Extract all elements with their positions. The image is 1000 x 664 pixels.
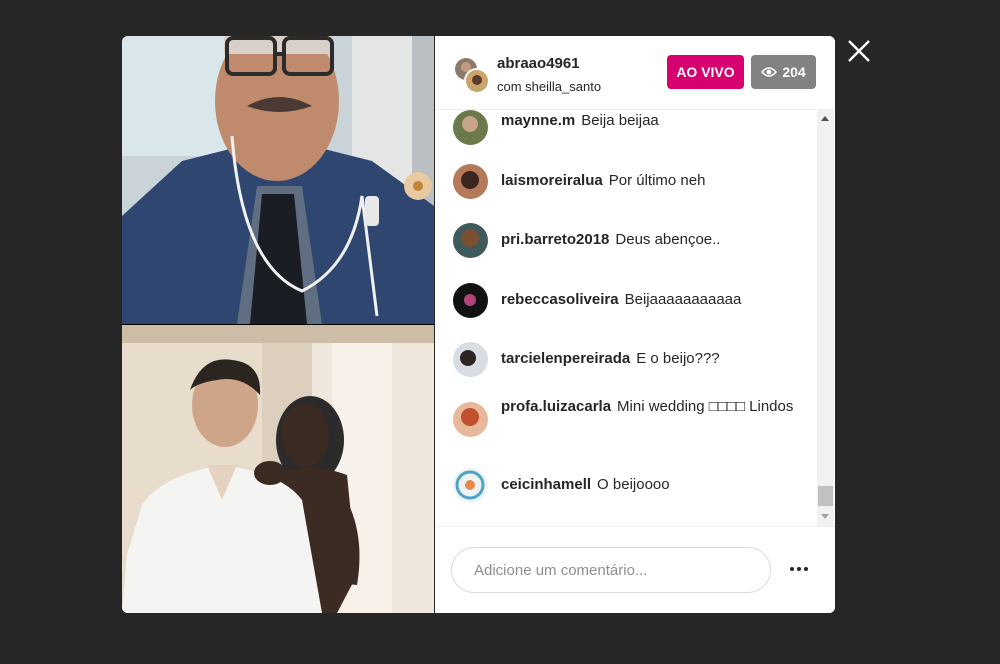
viewer-count-badge[interactable]: 204 [751,55,816,89]
comment-username[interactable]: tarcielenpereirada [501,350,630,367]
eye-icon [761,67,778,77]
comment-username[interactable]: ceicinhamell [501,476,591,493]
comment-username[interactable]: pri.barreto2018 [501,231,609,248]
guest-video[interactable] [122,325,434,613]
live-side-panel: abraao4961 com sheilla_santo AO VIVO 204… [435,36,835,613]
comment-text: Beija beijaa [581,112,659,129]
live-badge: AO VIVO [667,55,744,89]
comment-input[interactable] [451,547,771,593]
comment-text: Mini wedding □□□□ Lindos [617,398,794,415]
commenter-avatar[interactable] [453,223,488,258]
scrollbar-thumb[interactable] [818,486,833,506]
commenter-avatar[interactable] [453,164,488,199]
viewer-count: 204 [782,64,806,80]
comment-username[interactable]: maynne.m [501,112,575,129]
comment-text: E o beijo??? [636,350,720,367]
participants-avatars[interactable] [453,56,490,94]
guest-username-line: com sheilla_santo [497,79,602,94]
more-options-button[interactable] [787,557,811,581]
host-username[interactable]: abraao4961 [497,55,580,72]
comment-text: O beijoooo [597,476,670,493]
scroll-down-arrow-icon[interactable] [821,514,829,519]
video-column [122,36,434,613]
close-button[interactable] [846,38,872,64]
comment-footer [435,526,835,613]
comment-text: Por último neh [608,172,706,189]
commenter-avatar[interactable] [453,402,488,437]
comment-scrollbar[interactable] [817,110,834,526]
commenter-avatar[interactable] [453,468,488,503]
host-video[interactable] [122,36,434,324]
comment-text: Deus abençoe.. [615,231,721,248]
scroll-up-arrow-icon[interactable] [821,116,829,121]
more-options-icon [790,567,808,571]
comment-text: Beijaaaaaaaaaaa [624,291,742,308]
commenter-avatar[interactable] [453,110,488,145]
commenter-avatar[interactable] [453,342,488,377]
live-header: abraao4961 com sheilla_santo AO VIVO 204 [435,36,835,110]
commenter-avatar[interactable] [453,283,488,318]
comment-username[interactable]: profa.luizacarla [501,398,611,415]
comment-list[interactable]: maynne.m Beija beijaa laismoreiralua Por ú… [435,110,817,526]
guest-avatar [464,68,490,94]
close-icon [848,40,870,62]
comment-username[interactable]: rebeccasoliveira [501,291,619,308]
comment-username[interactable]: laismoreiralua [501,172,603,189]
live-modal: abraao4961 com sheilla_santo AO VIVO 204… [122,36,835,613]
